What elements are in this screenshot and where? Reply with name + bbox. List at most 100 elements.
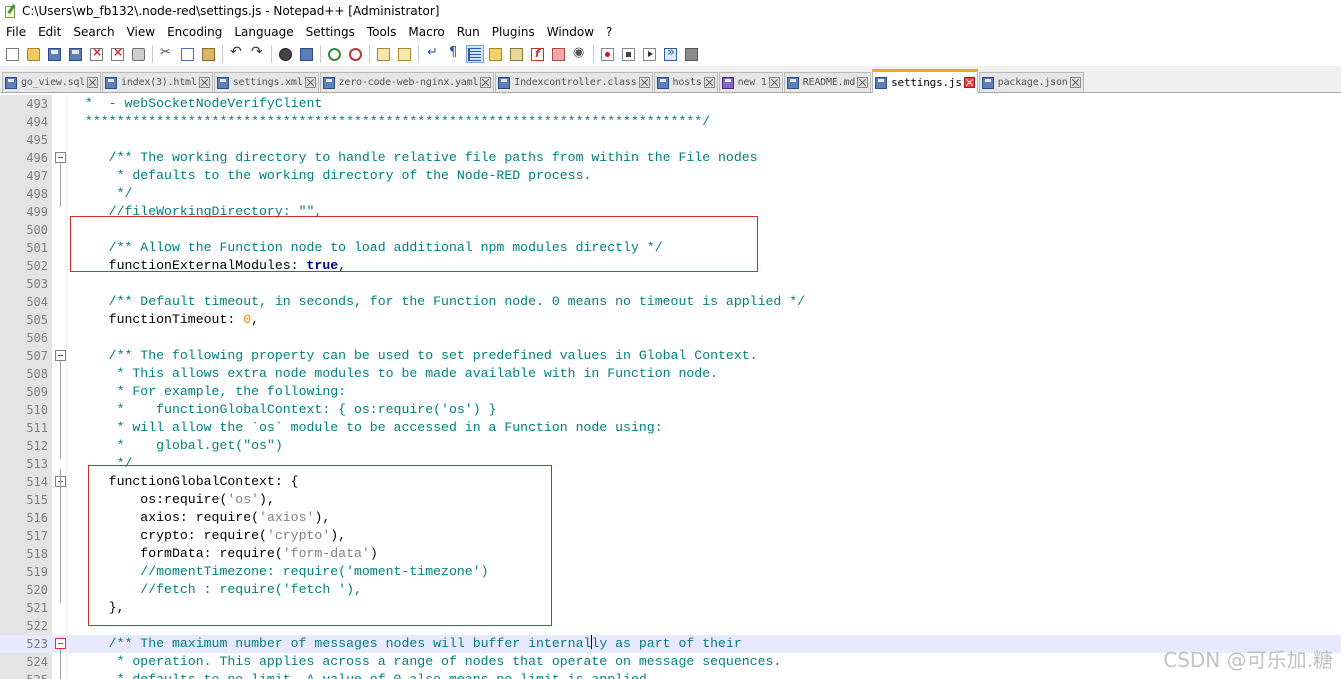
code-text[interactable]: functionTimeout: 0, bbox=[77, 311, 259, 329]
tab-close-icon[interactable] bbox=[480, 77, 492, 88]
record-macro-button[interactable] bbox=[599, 45, 617, 63]
tab-hosts[interactable]: hosts bbox=[653, 72, 718, 92]
code-text[interactable]: functionExternalModules: true, bbox=[77, 257, 346, 275]
menu-macro[interactable]: Macro bbox=[402, 22, 450, 42]
code-text[interactable]: * operation. This applies across a range… bbox=[77, 653, 782, 671]
playback-macro-icon bbox=[643, 47, 656, 61]
tab-close-icon[interactable] bbox=[638, 77, 650, 88]
tab-close-icon[interactable] bbox=[963, 77, 975, 88]
code-text[interactable]: //fileWorkingDirectory: "", bbox=[77, 203, 323, 221]
playback-macro-button[interactable] bbox=[641, 45, 659, 63]
save-all-button[interactable] bbox=[67, 45, 85, 63]
code-text[interactable]: axios: require('axios'), bbox=[77, 509, 330, 527]
tab-settings-js[interactable]: settings.js bbox=[872, 69, 978, 93]
monitoring-button[interactable] bbox=[571, 45, 589, 63]
stop-recording-button[interactable] bbox=[620, 45, 638, 63]
save-macro-button[interactable] bbox=[683, 45, 701, 63]
zoom-out-button[interactable] bbox=[347, 45, 365, 63]
replace-button[interactable] bbox=[298, 45, 316, 63]
new-file-button[interactable] bbox=[4, 45, 22, 63]
tab-new-1[interactable]: new 1 bbox=[718, 72, 783, 92]
close-file-button[interactable] bbox=[88, 45, 106, 63]
tab-close-icon[interactable] bbox=[1069, 77, 1081, 88]
tab-index-3-html[interactable]: index(3).html bbox=[102, 72, 213, 92]
open-file-button[interactable] bbox=[25, 45, 43, 63]
menu-file[interactable]: File bbox=[0, 22, 32, 42]
fold-toggle-icon[interactable] bbox=[55, 638, 66, 649]
menu-encoding[interactable]: Encoding bbox=[161, 22, 228, 42]
folder-as-workspace-button[interactable] bbox=[550, 45, 568, 63]
tab-package-json[interactable]: package.json bbox=[978, 72, 1084, 92]
menu-settings[interactable]: Settings bbox=[300, 22, 361, 42]
code-line: 496 /** The working directory to handle … bbox=[0, 149, 1341, 167]
word-wrap-button[interactable] bbox=[424, 45, 442, 63]
code-text[interactable]: }, bbox=[77, 599, 125, 617]
print-button[interactable] bbox=[130, 45, 148, 63]
tab-close-icon[interactable] bbox=[768, 77, 780, 88]
sync-horizontal-button[interactable] bbox=[396, 45, 414, 63]
code-text[interactable]: //momentTimezone: require('moment-timezo… bbox=[77, 563, 488, 581]
code-text[interactable]: * will allow the `os` module to be acces… bbox=[77, 419, 663, 437]
document-map-button[interactable] bbox=[508, 45, 526, 63]
tab-close-icon[interactable] bbox=[703, 77, 715, 88]
run-macro-multiple-button[interactable] bbox=[662, 45, 680, 63]
sync-vertical-button[interactable] bbox=[375, 45, 393, 63]
save-button[interactable] bbox=[46, 45, 64, 63]
code-text[interactable]: crypto: require('crypto'), bbox=[77, 527, 346, 545]
code-text[interactable]: */ bbox=[77, 185, 133, 203]
menu-run[interactable]: Run bbox=[451, 22, 486, 42]
code-text[interactable]: */ bbox=[77, 455, 133, 473]
code-text[interactable]: * functionGlobalContext: { os:require('o… bbox=[77, 401, 497, 419]
find-button[interactable] bbox=[277, 45, 295, 63]
code-text[interactable]: functionGlobalContext: { bbox=[77, 473, 299, 491]
menu-window[interactable]: Window bbox=[541, 22, 600, 42]
close-all-button[interactable] bbox=[109, 45, 127, 63]
tab-zero-code-web-nginx-yaml[interactable]: zero-code-web-nginx.yaml bbox=[319, 72, 495, 92]
menu-edit[interactable]: Edit bbox=[32, 22, 67, 42]
cut-button[interactable] bbox=[158, 45, 176, 63]
code-text[interactable]: * This allows extra node modules to be m… bbox=[77, 365, 718, 383]
code-text[interactable]: * defaults to the working directory of t… bbox=[77, 167, 592, 185]
menu-tools[interactable]: Tools bbox=[361, 22, 403, 42]
code-text[interactable]: os:require('os'), bbox=[77, 491, 275, 509]
zoom-in-button[interactable] bbox=[326, 45, 344, 63]
code-text[interactable]: * defaults to no limit. A value of 0 als… bbox=[77, 671, 655, 679]
code-text[interactable]: * For example, the following: bbox=[77, 383, 347, 401]
menu-search[interactable]: Search bbox=[67, 22, 120, 42]
code-text[interactable]: * - webSocketNodeVerifyClient bbox=[77, 95, 322, 113]
tab-close-icon[interactable] bbox=[198, 77, 210, 88]
code-text[interactable]: formData: require('form-data') bbox=[77, 545, 377, 563]
code-text[interactable]: ****************************************… bbox=[77, 113, 710, 131]
indent-guide-button[interactable] bbox=[465, 45, 484, 63]
tab-readme-md[interactable]: README.md bbox=[783, 72, 872, 92]
tab-close-icon[interactable] bbox=[87, 77, 99, 88]
toolbar-separator bbox=[320, 45, 321, 63]
user-language-button[interactable] bbox=[487, 45, 505, 63]
code-text[interactable]: /** Default timeout, in seconds, for the… bbox=[77, 293, 805, 311]
tab-go-view-sql[interactable]: go_view.sql bbox=[2, 72, 102, 92]
tab-settings-xml[interactable]: settings.xml bbox=[213, 72, 319, 92]
tab-close-icon[interactable] bbox=[304, 77, 316, 88]
fold-toggle-icon[interactable] bbox=[55, 350, 66, 361]
show-all-chars-icon bbox=[447, 45, 460, 61]
code-text[interactable]: /** The maximum number of messages nodes… bbox=[77, 635, 742, 653]
fold-toggle-icon[interactable] bbox=[55, 152, 66, 163]
code-editor[interactable]: 493 * - webSocketNodeVerifyClient 494 ***… bbox=[0, 95, 1341, 679]
copy-button[interactable] bbox=[179, 45, 197, 63]
menu-language[interactable]: Language bbox=[228, 22, 299, 42]
paste-button[interactable] bbox=[200, 45, 218, 63]
code-text[interactable]: //fetch : require('fetch '), bbox=[77, 581, 362, 599]
undo-button[interactable] bbox=[228, 44, 246, 63]
code-text[interactable]: /** Allow the Function node to load addi… bbox=[77, 239, 663, 257]
tab-close-icon[interactable] bbox=[857, 77, 869, 88]
code-text[interactable]: /** The following property can be used t… bbox=[77, 347, 758, 365]
code-text[interactable]: /** The working directory to handle rela… bbox=[77, 149, 758, 167]
menu-plugins[interactable]: Plugins bbox=[486, 22, 541, 42]
code-text[interactable]: * global.get("os") bbox=[77, 437, 283, 455]
menu-view[interactable]: View bbox=[121, 22, 161, 42]
redo-button[interactable] bbox=[249, 44, 267, 63]
show-all-chars-button[interactable] bbox=[445, 45, 463, 63]
menu-help[interactable]: ? bbox=[600, 22, 618, 42]
function-list-button[interactable] bbox=[529, 45, 547, 63]
tab-indexcontroller-class[interactable]: Indexcontroller.class bbox=[495, 72, 653, 92]
